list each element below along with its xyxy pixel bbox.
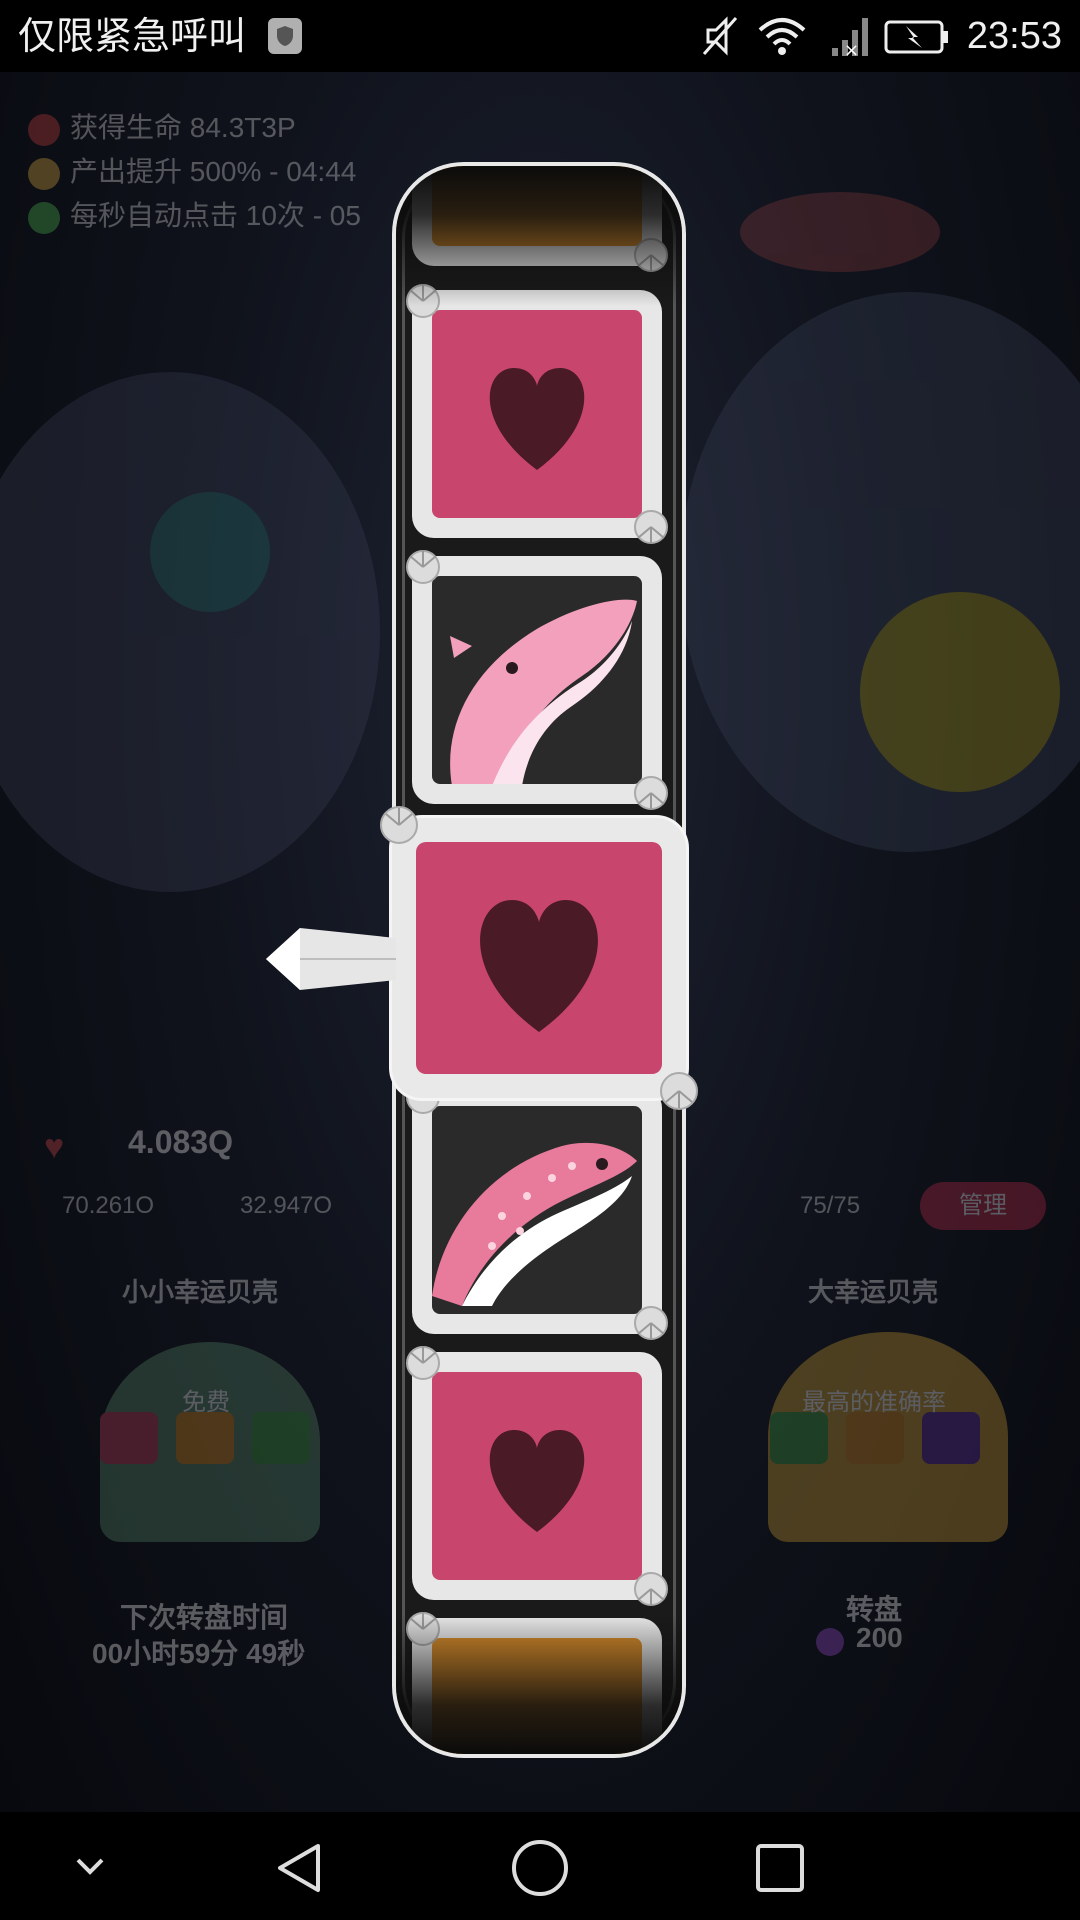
pink-whale-icon [450, 599, 637, 784]
reel-tile [406, 284, 668, 544]
home-icon[interactable] [510, 1838, 570, 1898]
buff-life: 获得生命 84.3T3P [28, 108, 296, 148]
accuracy-label: 最高的准确率 [802, 1389, 946, 1416]
shell-corner-icon [406, 1612, 440, 1646]
free-label: 免费 [182, 1389, 230, 1416]
heart-coral-icon [28, 113, 60, 146]
whale-shark-icon [432, 1142, 637, 1306]
fish-count: 75/75 [800, 1192, 861, 1219]
shell-corner-icon [380, 806, 418, 844]
heart-icon [489, 368, 585, 470]
reel-tile [406, 550, 668, 810]
heart-slot-icon [100, 1412, 158, 1464]
heart-count: 4.083Q [128, 1124, 233, 1160]
heart-icon: ♥ [44, 1128, 65, 1166]
turtle-slot-icon [770, 1412, 828, 1464]
dark-tile-bg [432, 1106, 642, 1314]
fish-icon [28, 201, 60, 234]
turtle-slot-icon [252, 1412, 310, 1464]
wifi-icon [758, 18, 806, 55]
buff-autoclick: 每秒自动点击 10次 - 05 [28, 196, 361, 236]
dolphin-slot-icon [846, 1412, 904, 1464]
heart-tile-bg [416, 842, 662, 1074]
shell-corner-icon [406, 1346, 440, 1380]
dark-tile-bg [432, 576, 642, 784]
reel-tile [406, 1612, 662, 1754]
recent-apps-icon[interactable] [754, 1842, 806, 1894]
shell-corner-icon [406, 284, 440, 318]
shell-corner-icon [634, 1572, 668, 1606]
reel-tile [406, 1346, 668, 1606]
next-spin-label: 下次转盘时间 [120, 1602, 289, 1633]
shield-icon [268, 18, 302, 54]
pointer-arrow-icon [266, 928, 396, 990]
shell-corner-icon [406, 550, 440, 584]
shell-corner-icon [634, 776, 668, 810]
hide-keyboard-icon[interactable] [72, 1848, 108, 1884]
mute-icon [702, 16, 738, 56]
spin-cost: 200 [856, 1622, 903, 1653]
screen: 仅限紧急呼叫 × 23:53 获得生命 84.3T3P 产出提升 500% - … [0, 0, 1080, 1920]
shell-corner-icon [660, 1072, 698, 1110]
navigation-bar [0, 1812, 1080, 1920]
back-icon[interactable] [272, 1840, 328, 1896]
shell-corner-icon [634, 510, 668, 544]
selected-reel-tile [380, 806, 698, 1110]
shell-corner-icon [634, 238, 668, 272]
whale-slot-icon [922, 1412, 980, 1464]
lucky-small-shell-title: 小小幸运贝壳 [122, 1277, 279, 1307]
battery-charging-icon [884, 20, 948, 54]
next-spin-timer: 00小时59分 49秒 [92, 1638, 306, 1669]
signal-icon: × [832, 18, 868, 58]
status-bar: 仅限紧急呼叫 × 23:53 [0, 0, 1080, 72]
heart-tile-bg [432, 310, 642, 518]
reel-tile [412, 166, 668, 272]
buff-output: 产出提升 500% - 04:44 [28, 152, 356, 192]
carrier-text: 仅限紧急呼叫 [18, 14, 247, 58]
heart-icon [489, 1430, 585, 1532]
tap-rate: 70.261O [62, 1192, 155, 1219]
fish-slot-icon [176, 1412, 234, 1464]
lucky-big-shell-title: 大幸运贝壳 [808, 1277, 939, 1307]
manage-button[interactable]: 管理 [920, 1182, 1046, 1230]
heart-tile-bg [432, 1372, 642, 1580]
pearl-icon [816, 1628, 844, 1656]
shell-corner-icon [634, 1306, 668, 1340]
heart-icon [480, 900, 598, 1032]
svg-text:×: × [844, 40, 859, 58]
clock: 23:53 [966, 15, 1062, 57]
fish-icon [28, 157, 60, 190]
reel-tile [406, 1080, 668, 1340]
gold-chest-icon [432, 166, 642, 246]
second-rate: 32.947O [240, 1192, 333, 1219]
gold-chest-icon [432, 1638, 642, 1754]
